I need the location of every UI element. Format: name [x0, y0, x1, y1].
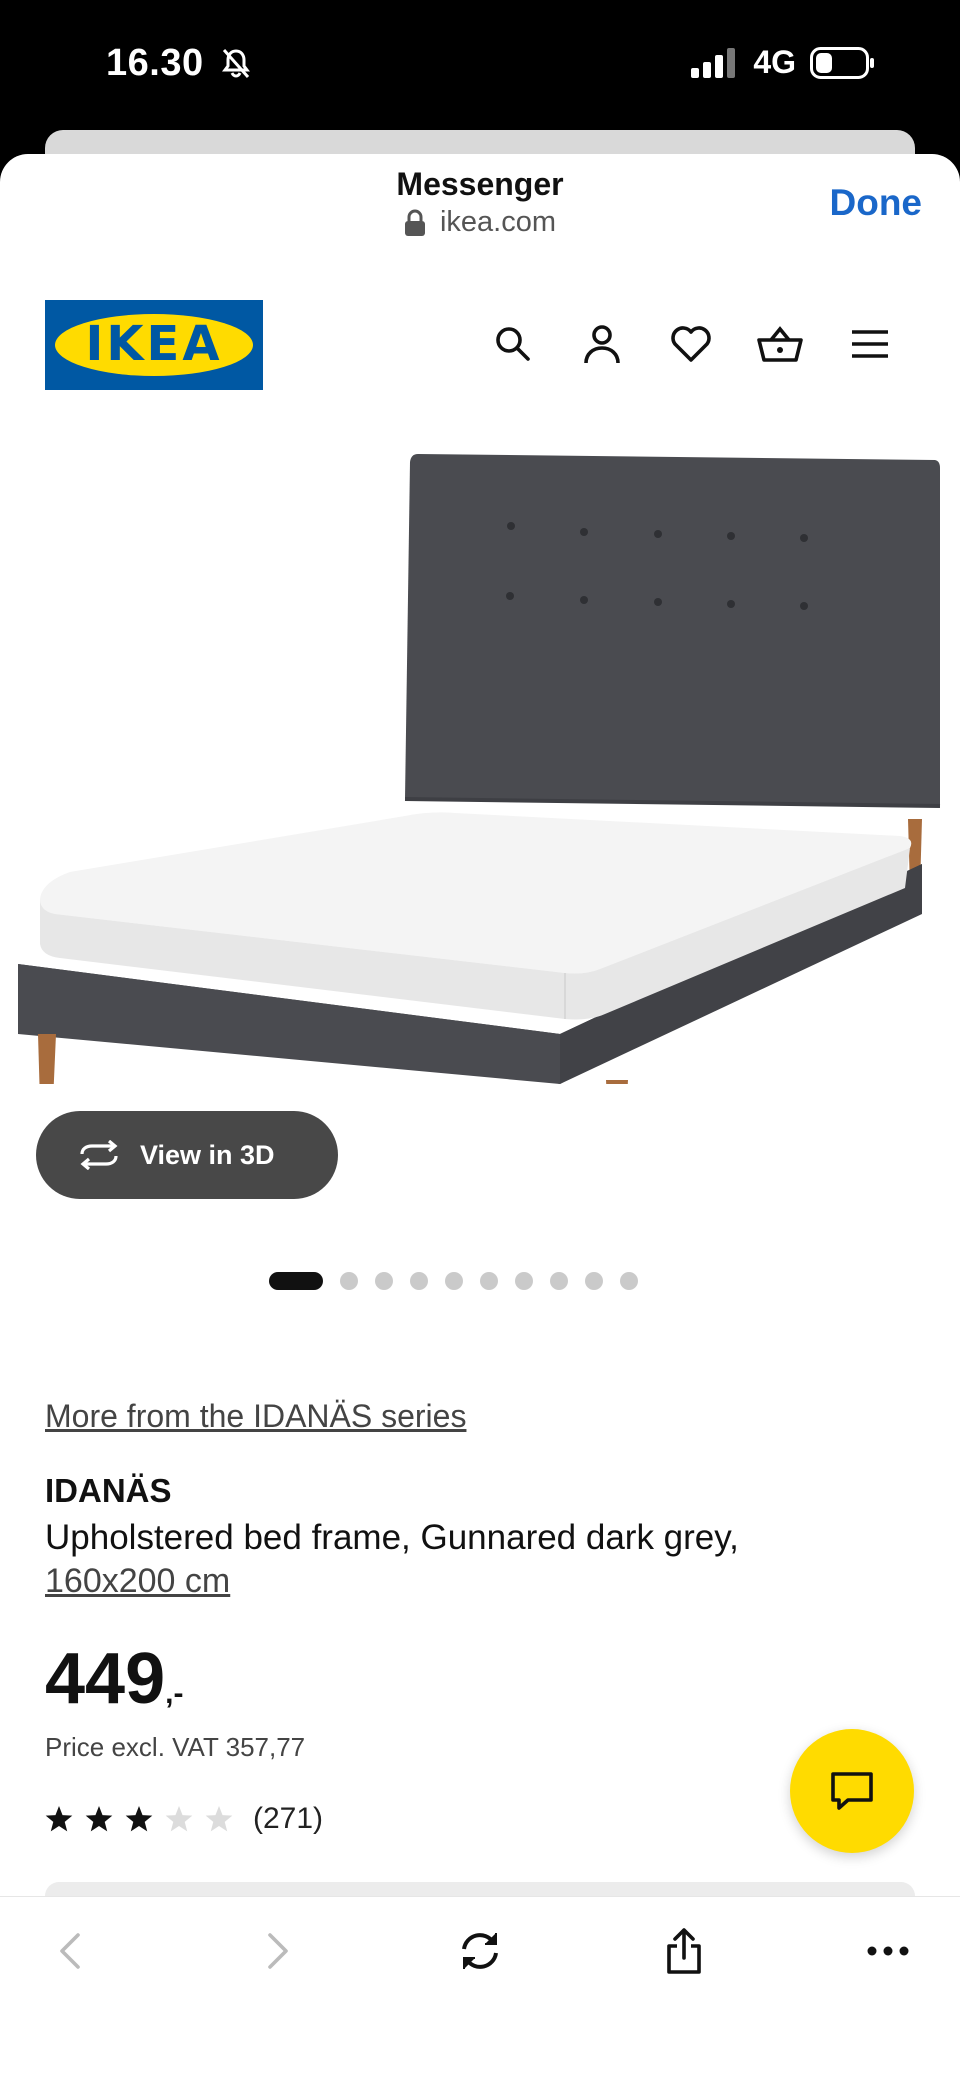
- menu-icon[interactable]: [846, 320, 894, 368]
- carousel-dot[interactable]: [514, 1272, 533, 1290]
- reload-button[interactable]: [450, 1921, 510, 1981]
- lock-icon: [404, 209, 425, 236]
- view-in-3d-button[interactable]: View in 3D: [36, 1111, 338, 1199]
- carousel-dot[interactable]: [584, 1272, 603, 1290]
- rotate-3d-icon: [80, 1140, 118, 1170]
- price-value: 449: [45, 1639, 166, 1719]
- product-name: IDANÄS: [45, 1472, 172, 1509]
- network-type: 4G: [753, 44, 796, 80]
- carousel-dot[interactable]: [444, 1272, 463, 1290]
- star-filled-icon: [125, 1806, 153, 1832]
- reload-icon: [462, 1933, 498, 1969]
- account-icon[interactable]: [578, 320, 626, 368]
- price-excl-vat: Price excl. VAT 357,77: [45, 1732, 306, 1762]
- chat-bubble-icon: [831, 1772, 873, 1810]
- chat-button[interactable]: [790, 1729, 914, 1853]
- carousel-dot[interactable]: [619, 1272, 638, 1290]
- basket-icon[interactable]: [756, 320, 804, 368]
- search-icon[interactable]: [489, 320, 537, 368]
- product-size-link[interactable]: 160x200 cm: [45, 1562, 230, 1601]
- review-count: (271): [253, 1802, 324, 1835]
- view-in-3d-label: View in 3D: [140, 1139, 275, 1170]
- back-button[interactable]: [40, 1921, 100, 1981]
- carousel-dot[interactable]: [479, 1272, 498, 1290]
- product-description: Upholstered bed frame, Gunnared dark gre…: [45, 1518, 739, 1557]
- share-button[interactable]: [654, 1921, 714, 1981]
- done-button[interactable]: Done: [830, 182, 923, 224]
- more-dots-icon: [867, 1946, 909, 1956]
- carousel-dot[interactable]: [268, 1272, 323, 1290]
- status-bar: 16.30 4G: [0, 0, 960, 132]
- bed-frame-illustration: [18, 454, 941, 1152]
- heart-icon[interactable]: [667, 320, 715, 368]
- battery-icon: [810, 46, 874, 79]
- browser-header: Messenger ikea.com Done: [0, 154, 960, 264]
- url-bar[interactable]: ikea.com: [0, 206, 960, 239]
- signal-icon: [691, 47, 736, 78]
- bell-muted-icon: [222, 49, 250, 78]
- carousel-dot[interactable]: [374, 1272, 393, 1290]
- star-rating-icon: [45, 1806, 233, 1832]
- product-price: 449,-: [45, 1638, 183, 1720]
- content-strip: [45, 1882, 915, 1896]
- series-link[interactable]: More from the IDANÄS series: [45, 1398, 466, 1435]
- price-suffix: ,-: [165, 1677, 184, 1710]
- product-image[interactable]: [0, 444, 960, 1152]
- carousel-dot[interactable]: [409, 1272, 428, 1290]
- product-rating[interactable]: (271): [45, 1802, 323, 1836]
- image-carousel-dots[interactable]: [0, 1272, 933, 1290]
- carousel-dot[interactable]: [339, 1272, 358, 1290]
- carousel-dot[interactable]: [549, 1272, 568, 1290]
- site-header: IKEA: [0, 300, 960, 400]
- url-text: ikea.com: [439, 206, 557, 238]
- forward-button[interactable]: [248, 1921, 308, 1981]
- more-options-button[interactable]: [858, 1921, 918, 1981]
- star-filled-icon: [45, 1806, 73, 1832]
- status-time: 16.30: [106, 42, 204, 84]
- star-empty-icon: [205, 1806, 233, 1832]
- browser-toolbar: [0, 1896, 960, 2081]
- star-filled-icon: [85, 1806, 113, 1832]
- chevron-right-icon: [268, 1933, 288, 1969]
- app-title: Messenger: [396, 166, 564, 202]
- ikea-logo[interactable]: IKEA: [45, 300, 263, 390]
- star-empty-icon: [165, 1806, 193, 1832]
- browser-sheet: Messenger ikea.com Done IKEA View in 3D …: [0, 154, 960, 2081]
- share-icon: [667, 1928, 701, 1974]
- chevron-left-icon: [60, 1933, 80, 1969]
